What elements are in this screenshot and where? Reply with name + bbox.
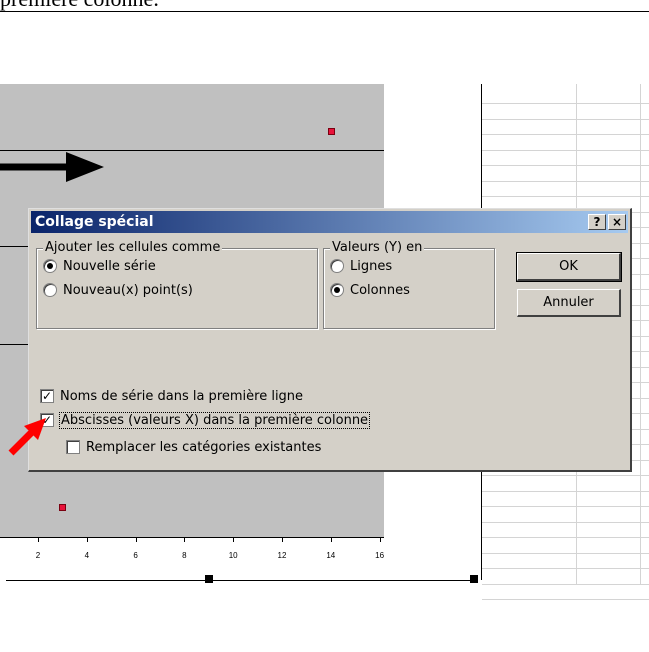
sheet-row-line bbox=[482, 134, 649, 135]
radio-indicator[interactable] bbox=[43, 283, 57, 297]
data-point[interactable] bbox=[327, 127, 335, 135]
radio-nouveaux-points[interactable]: Nouveau(x) point(s) bbox=[43, 281, 193, 299]
cancel-button[interactable]: Annuler bbox=[517, 289, 621, 317]
sheet-row-line bbox=[482, 568, 649, 569]
x-tick-label: 8 bbox=[182, 551, 187, 560]
x-tick bbox=[233, 537, 235, 542]
radio-indicator[interactable] bbox=[330, 259, 344, 273]
radio-label: Nouveau(x) point(s) bbox=[63, 282, 193, 298]
radio-label: Nouvelle série bbox=[63, 258, 156, 274]
checkbox-label: Noms de série dans la première ligne bbox=[60, 388, 304, 404]
radio-lignes[interactable]: Lignes bbox=[330, 257, 392, 275]
x-tick-label: 4 bbox=[84, 551, 90, 560]
radio-nouvelle-serie[interactable]: Nouvelle série bbox=[43, 257, 156, 275]
checkbox-label: Remplacer les catégories existantes bbox=[86, 439, 322, 455]
sheet-row-line bbox=[482, 522, 649, 523]
group-y-values: Valeurs (Y) en Lignes Colonnes bbox=[323, 240, 495, 329]
x-tick bbox=[282, 537, 283, 542]
sheet-row-line bbox=[482, 475, 649, 476]
arrow-right-icon bbox=[0, 152, 104, 182]
radio-indicator[interactable] bbox=[43, 259, 57, 273]
checkbox-label: Abscisses (valeurs X) dans la première c… bbox=[58, 411, 371, 429]
dialog-title: Collage spécial bbox=[35, 214, 154, 230]
x-tick-label: 10 bbox=[228, 551, 238, 560]
group-values-title: Valeurs (Y) en bbox=[330, 240, 425, 255]
x-tick bbox=[184, 537, 186, 542]
sheet-row-line bbox=[482, 553, 649, 554]
checkbox-abscisses[interactable]: ✓ Abscisses (valeurs X) dans la première… bbox=[40, 411, 371, 429]
sheet-row-line bbox=[482, 196, 649, 197]
radio-label: Lignes bbox=[350, 258, 393, 274]
paste-special-dialog: Collage spécial ? × Ajouter les cellules… bbox=[28, 208, 632, 472]
checkbox-box[interactable]: ✓ bbox=[40, 389, 54, 403]
chart-area-border bbox=[6, 580, 478, 581]
sheet-row-line bbox=[482, 165, 649, 166]
selection-handle[interactable] bbox=[205, 575, 213, 583]
x-tick-label: 14 bbox=[326, 551, 336, 560]
sheet-row-line bbox=[482, 537, 649, 538]
x-tick bbox=[38, 537, 39, 542]
radio-label: Colonnes bbox=[350, 282, 410, 298]
close-button[interactable]: × bbox=[608, 214, 626, 230]
x-tick bbox=[379, 537, 381, 542]
data-point[interactable] bbox=[59, 504, 67, 512]
group-add-title: Ajouter les cellules comme bbox=[43, 240, 223, 255]
radio-indicator[interactable] bbox=[330, 283, 344, 297]
help-button[interactable]: ? bbox=[588, 214, 606, 230]
radio-colonnes[interactable]: Colonnes bbox=[330, 281, 410, 299]
sheet-row-line bbox=[482, 150, 649, 151]
sheet-col-line bbox=[640, 84, 641, 584]
group-add-cells: Ajouter les cellules comme Nouvelle séri… bbox=[36, 240, 318, 329]
ok-button[interactable]: OK bbox=[516, 252, 622, 282]
x-tick bbox=[86, 537, 88, 542]
sheet-row-line bbox=[482, 599, 649, 600]
dialog-title-bar[interactable]: Collage spécial ? × bbox=[31, 211, 628, 233]
x-tick-label: 16 bbox=[375, 551, 385, 560]
sheet-row-line bbox=[482, 119, 649, 120]
x-tick-label: 6 bbox=[133, 551, 138, 560]
sheet-row-line bbox=[482, 181, 649, 182]
arrow-pointer-icon bbox=[8, 418, 46, 456]
selection-handle[interactable] bbox=[470, 575, 478, 583]
x-tick bbox=[135, 537, 137, 542]
checkbox-remplacer-categories[interactable]: Remplacer les catégories existantes bbox=[66, 438, 321, 456]
sheet-row-line bbox=[482, 103, 649, 104]
x-tick-label: 2 bbox=[35, 551, 41, 560]
document-rule bbox=[0, 11, 649, 12]
sheet-row-line bbox=[482, 491, 649, 492]
x-axis bbox=[0, 537, 384, 538]
x-tick bbox=[330, 537, 332, 542]
checkbox-noms-serie[interactable]: ✓ Noms de série dans la première ligne bbox=[40, 387, 303, 405]
checkbox-box[interactable] bbox=[66, 440, 80, 454]
sheet-row-line bbox=[482, 584, 649, 585]
x-tick-label: 12 bbox=[277, 551, 287, 560]
sheet-row-line bbox=[482, 506, 649, 507]
